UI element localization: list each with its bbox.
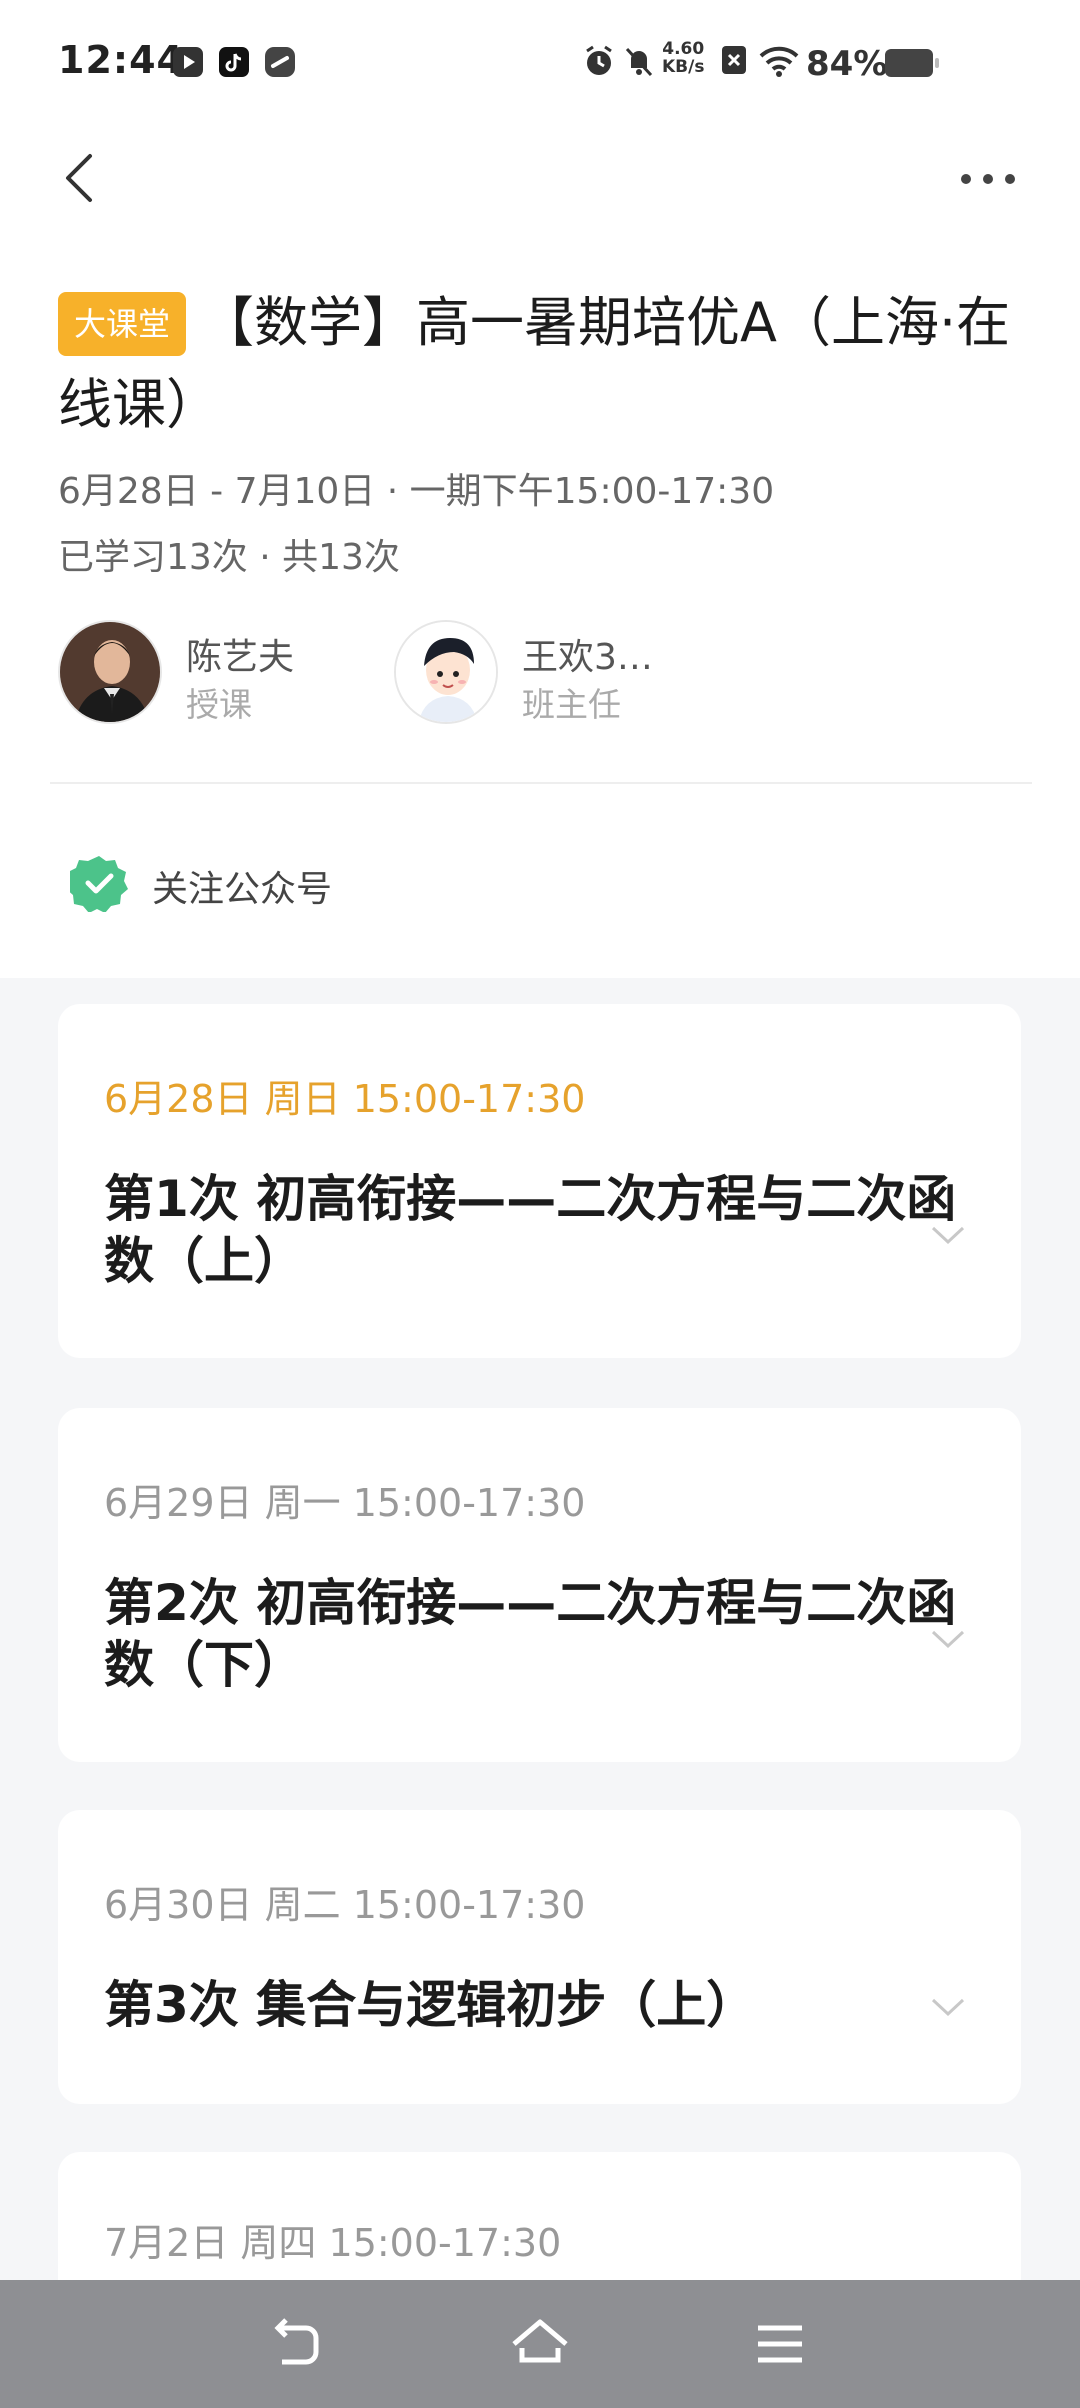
teacher-role: 授课 <box>186 685 252 724</box>
follow-official-account-button[interactable]: 关注公众号 <box>70 852 470 912</box>
divider <box>50 782 1032 784</box>
status-time: 12:44 <box>58 38 184 82</box>
course-header-panel: 12:44 4.60 KB/s 84% 大课堂 【数学】高一暑期培优A（上海·在… <box>0 0 1080 978</box>
lesson-title: 第2次 初高衔接——二次方程与二次函数（下） <box>104 1574 957 1694</box>
more-horizontal-icon[interactable] <box>958 164 1018 194</box>
avatar <box>394 620 498 724</box>
course-progress: 已学习13次 · 共13次 <box>58 537 400 578</box>
lesson-date: 6月29日 周一 15:00-17:30 <box>104 1481 586 1525</box>
verified-badge-icon <box>70 856 128 912</box>
alarm-icon <box>586 45 612 75</box>
course-type-tag: 大课堂 <box>58 292 187 356</box>
teacher-lecturer[interactable]: 陈艺夫 授课 <box>58 620 398 726</box>
chevron-left-icon[interactable] <box>58 148 98 208</box>
course-title: 【数学】高一暑期培优A（上海·在线课） <box>58 291 1011 436</box>
net-speed-unit: KB/s <box>662 57 705 77</box>
back-gesture-icon[interactable] <box>270 2314 330 2374</box>
lesson-date: 7月2日 周四 15:00-17:30 <box>104 2221 562 2265</box>
system-navigation-bar <box>0 2280 1080 2408</box>
home-icon[interactable] <box>510 2314 570 2374</box>
teacher-role: 班主任 <box>522 685 621 724</box>
chevron-down-icon[interactable] <box>930 1996 966 2018</box>
lesson-title: 第1次 初高衔接——二次方程与二次函数（上） <box>104 1170 957 1290</box>
lesson-date: 6月30日 周二 15:00-17:30 <box>104 1883 586 1927</box>
chevron-down-icon[interactable] <box>930 1224 966 1246</box>
mute-icon <box>625 47 653 77</box>
status-bar: 12:44 4.60 KB/s 84% <box>0 0 1080 120</box>
video-app-icon <box>173 47 203 77</box>
chevron-down-icon[interactable] <box>930 1628 966 1650</box>
sim-off-icon <box>722 46 746 74</box>
course-detail-page: 12:44 4.60 KB/s 84% 大课堂 【数学】高一暑期培优A（上海·在… <box>0 0 1080 2408</box>
teacher-photo <box>60 622 160 722</box>
net-speed-value: 4.60 <box>662 39 705 59</box>
battery-icon <box>885 49 939 77</box>
link-app-icon <box>265 47 295 77</box>
lesson-card[interactable]: 6月29日 周一 15:00-17:30 第2次 初高衔接——二次方程与二次函数… <box>58 1408 1021 1762</box>
tiktok-icon <box>219 47 249 77</box>
lesson-card[interactable]: 6月30日 周二 15:00-17:30 第3次 集合与逻辑初步（上） <box>58 1810 1021 2104</box>
lesson-card[interactable]: 6月28日 周日 15:00-17:30 第1次 初高衔接——二次方程与二次函数… <box>58 1004 1021 1358</box>
course-schedule: 6月28日 - 7月10日 · 一期下午15:00-17:30 <box>58 471 775 512</box>
follow-label: 关注公众号 <box>152 869 333 910</box>
battery-percentage: 84% <box>806 44 888 84</box>
teacher-class-advisor[interactable]: 王欢3… 班主任 <box>394 620 734 726</box>
menu-icon[interactable] <box>750 2314 810 2374</box>
teacher-name: 王欢3… <box>522 637 653 678</box>
wifi-icon <box>759 46 799 77</box>
net-speed: 4.60 KB/s <box>662 40 704 76</box>
course-title-block: 大课堂 【数学】高一暑期培优A（上海·在线课） <box>58 282 1038 446</box>
lesson-title: 第3次 集合与逻辑初步（上） <box>104 1976 757 2034</box>
teacher-name: 陈艺夫 <box>186 637 295 678</box>
lesson-date: 6月28日 周日 15:00-17:30 <box>104 1077 586 1121</box>
avatar <box>58 620 162 724</box>
advisor-cartoon-avatar <box>396 622 496 722</box>
